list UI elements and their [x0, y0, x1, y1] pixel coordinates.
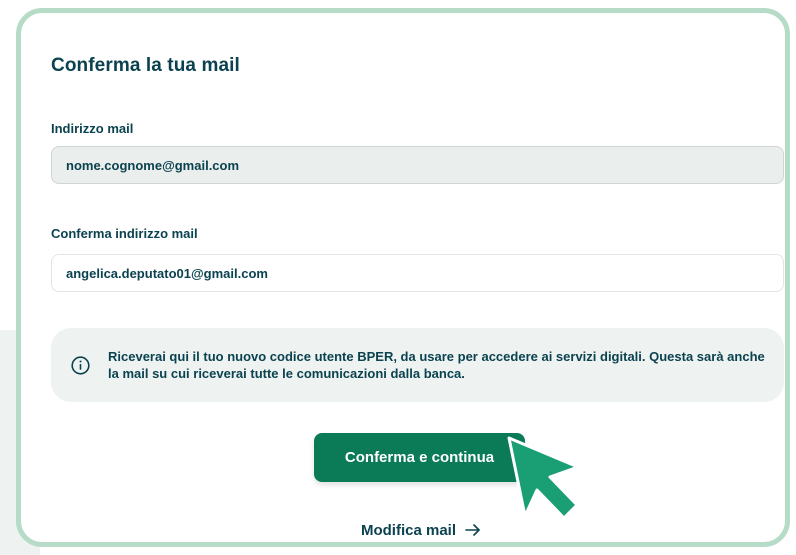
email-field[interactable]: nome.cognome@gmail.com	[51, 146, 784, 184]
pointer-cursor-icon	[507, 436, 580, 520]
email-label: Indirizzo mail	[51, 121, 134, 136]
confirm-email-field[interactable]: angelica.deputato01@gmail.com	[51, 254, 784, 292]
confirm-email-field-value: angelica.deputato01@gmail.com	[66, 265, 268, 281]
confirm-email-label: Conferma indirizzo mail	[51, 226, 198, 241]
edit-email-link-label: Modifica mail	[360, 521, 457, 539]
confirm-email-card: Conferma la tua mail Indirizzo mail nome…	[16, 8, 790, 547]
page-title: Conferma la tua mail	[51, 55, 240, 76]
info-icon	[71, 355, 90, 375]
email-field-value: nome.cognome@gmail.com	[66, 157, 240, 173]
confirm-continue-button[interactable]: Conferma e continua	[314, 433, 525, 482]
info-banner: Riceverai qui il tuo nuovo codice utente…	[51, 328, 784, 402]
info-text: Riceverai qui il tuo nuovo codice utente…	[108, 349, 765, 381]
arrow-right-icon	[465, 523, 481, 537]
edit-email-link[interactable]: Modifica mail	[341, 518, 501, 542]
